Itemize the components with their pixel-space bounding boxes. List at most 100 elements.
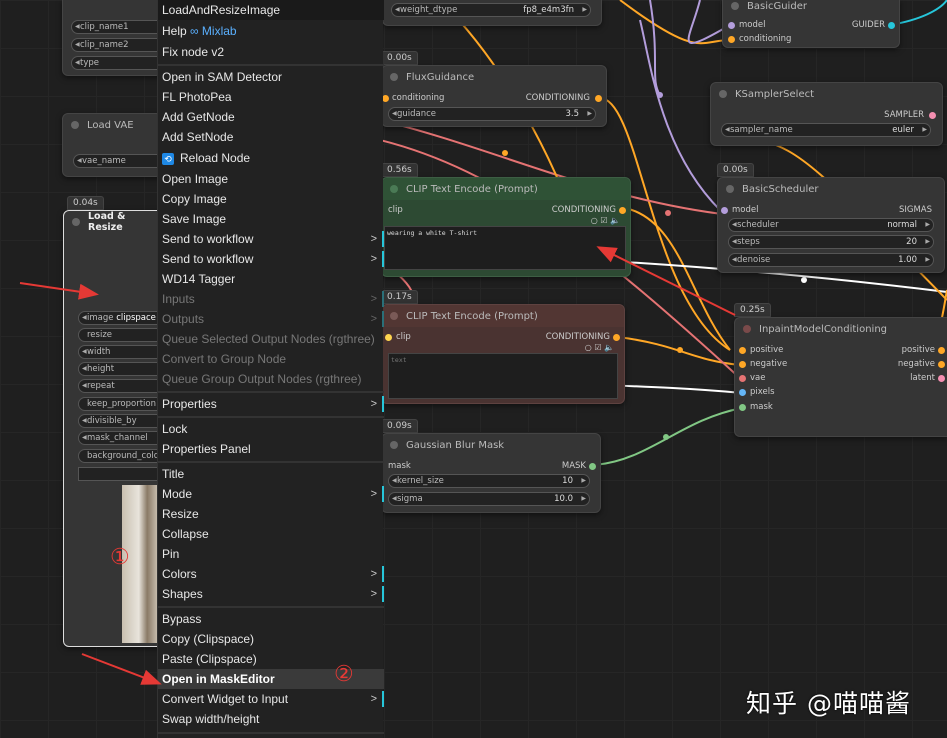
- input-slot-dot[interactable]: [739, 361, 746, 368]
- menu-item-add-setnode[interactable]: Add SetNode: [158, 127, 384, 147]
- menu-item-copy-image[interactable]: Copy Image: [158, 189, 384, 209]
- menu-item-open-image[interactable]: Open Image: [158, 169, 384, 189]
- menu-item-collapse[interactable]: Collapse: [158, 524, 384, 544]
- menu-item-wd14-tagger[interactable]: WD14 Tagger: [158, 269, 384, 289]
- sigma-widget[interactable]: sigma 10.0: [388, 492, 590, 506]
- menu-item-bypass[interactable]: Bypass: [158, 609, 384, 629]
- menu-item-convert-widget[interactable]: Convert Widget to Input >: [158, 689, 384, 709]
- kernel-size-widget[interactable]: kernel_size 10: [388, 474, 590, 488]
- weight-dtype-widget[interactable]: weight_dtype fp8_e4m3fn: [391, 3, 591, 17]
- guider-header[interactable]: BasicGuider: [723, 0, 899, 12]
- output-slot-dot[interactable]: [613, 334, 620, 341]
- output-slot-dot[interactable]: [595, 95, 602, 102]
- guidance-widget[interactable]: guidance 3.5: [388, 107, 596, 121]
- clip-text-encode-positive-node[interactable]: CLIP Text Encode (Prompt) clip CONDITION…: [381, 177, 631, 277]
- input-slot-dot[interactable]: [739, 347, 746, 354]
- divisible-by-widget[interactable]: divisible_by: [78, 414, 168, 428]
- menu-item-help[interactable]: Help ∞ Mixlab: [158, 21, 384, 41]
- menu-item-properties[interactable]: Properties >: [158, 394, 384, 414]
- collapse-dot-icon[interactable]: [390, 185, 398, 193]
- inpaint-header[interactable]: InpaintModelConditioning: [735, 318, 947, 340]
- menu-item-colors[interactable]: Colors >: [158, 564, 384, 584]
- clip-name2-widget[interactable]: clip_name2: [71, 38, 171, 52]
- menu-item-send-to-workflow-2[interactable]: Send to workflow >: [158, 249, 384, 269]
- background-color-widget[interactable]: background_color: [78, 449, 168, 463]
- output-slot-dot[interactable]: [938, 375, 945, 382]
- ksampler-header[interactable]: KSamplerSelect: [711, 83, 942, 105]
- load-vae-node[interactable]: Load VAE vae_name: [62, 113, 173, 177]
- collapse-dot-icon[interactable]: [726, 185, 734, 193]
- collapse-dot-icon[interactable]: [390, 312, 398, 320]
- input-slot-dot[interactable]: [739, 375, 746, 382]
- clip-neg-header[interactable]: CLIP Text Encode (Prompt): [382, 305, 624, 327]
- sampler-name-widget[interactable]: sampler_name euler: [721, 123, 931, 137]
- menu-item-lock[interactable]: Lock: [158, 419, 384, 439]
- output-slot-dot[interactable]: [938, 347, 945, 354]
- steps-widget[interactable]: steps 20: [728, 235, 934, 249]
- resize-widget[interactable]: resize: [78, 328, 168, 342]
- menu-item-save-image[interactable]: Save Image: [158, 209, 384, 229]
- scheduler-widget[interactable]: scheduler normal: [728, 218, 934, 232]
- collapse-dot-icon[interactable]: [719, 90, 727, 98]
- menu-item-properties-panel[interactable]: Properties Panel: [158, 439, 384, 459]
- collapse-dot-icon[interactable]: [390, 441, 398, 449]
- menu-item-add-getnode[interactable]: Add GetNode: [158, 107, 384, 127]
- flux-guidance-node[interactable]: FluxGuidance conditioning CONDITIONING g…: [381, 65, 607, 127]
- load-vae-header[interactable]: Load VAE: [63, 114, 161, 136]
- image-widget[interactable]: image clipspace: [78, 311, 168, 325]
- output-slot-dot[interactable]: [888, 22, 895, 29]
- type-widget[interactable]: type: [71, 56, 171, 70]
- sched-header[interactable]: BasicScheduler: [718, 178, 944, 200]
- width-widget[interactable]: width: [78, 345, 168, 359]
- context-menu[interactable]: LoadAndResizeImage Help ∞ Mixlab Fix nod…: [157, 0, 384, 738]
- menu-item-reload-node[interactable]: ⟲ Reload Node: [158, 148, 384, 168]
- denoise-widget[interactable]: denoise 1.00: [728, 253, 934, 267]
- weight-loader-node[interactable]: weight_dtype fp8_e4m3fn: [382, 0, 602, 26]
- output-slot-dot[interactable]: [589, 463, 596, 470]
- menu-item-title[interactable]: Title: [158, 464, 384, 484]
- collapse-dot-icon[interactable]: [390, 73, 398, 81]
- menu-item-send-to-workflow-1[interactable]: Send to workflow >: [158, 229, 384, 249]
- menu-item-pin[interactable]: Pin: [158, 544, 384, 564]
- menu-item-shapes[interactable]: Shapes >: [158, 584, 384, 604]
- gaussian-blur-mask-node[interactable]: Gaussian Blur Mask mask MASK kernel_size…: [381, 433, 601, 513]
- input-slot-dot[interactable]: [739, 389, 746, 396]
- blur-header[interactable]: Gaussian Blur Mask: [382, 434, 600, 456]
- text-field[interactable]: [78, 467, 168, 481]
- repeat-widget[interactable]: repeat: [78, 379, 168, 393]
- menu-item-open-sam[interactable]: Open in SAM Detector: [158, 67, 384, 87]
- dual-clip-loader-node[interactable]: clip_name1 clip_name2 type: [62, 0, 171, 76]
- input-slot-dot[interactable]: [728, 22, 735, 29]
- flux-header[interactable]: FluxGuidance: [382, 66, 606, 88]
- positive-prompt-textarea[interactable]: wearing a white T-shirt: [384, 226, 626, 270]
- keep-proportion-widget[interactable]: keep_proportion: [78, 397, 168, 411]
- negative-prompt-textarea[interactable]: text: [388, 353, 618, 399]
- output-slot-dot[interactable]: [929, 112, 936, 119]
- collapse-dot-icon[interactable]: [72, 218, 80, 226]
- clip-neg-toggles[interactable]: ○ ☑ 🔈: [585, 343, 614, 352]
- menu-item-photopea[interactable]: FL PhotoPea: [158, 87, 384, 107]
- output-slot-dot[interactable]: [619, 207, 626, 214]
- collapse-dot-icon[interactable]: [71, 121, 79, 129]
- clip-name1-widget[interactable]: clip_name1: [71, 20, 171, 34]
- input-slot-dot[interactable]: [739, 404, 746, 411]
- collapse-dot-icon[interactable]: [731, 2, 739, 10]
- basic-scheduler-node[interactable]: BasicScheduler model SIGMAS scheduler nor…: [717, 177, 945, 273]
- menu-item-mode[interactable]: Mode >: [158, 484, 384, 504]
- height-widget[interactable]: height: [78, 362, 168, 376]
- input-slot-dot[interactable]: [385, 334, 392, 341]
- menu-item-resize[interactable]: Resize: [158, 504, 384, 524]
- mask-channel-widget[interactable]: mask_channel: [78, 431, 168, 445]
- menu-item-fix-node[interactable]: Fix node v2: [158, 42, 384, 62]
- ksampler-select-node[interactable]: KSamplerSelect SAMPLER sampler_name euler: [710, 82, 943, 146]
- output-slot-dot[interactable]: [938, 361, 945, 368]
- load-resize-header[interactable]: Load & Resize: [64, 211, 162, 233]
- node-canvas[interactable]: clip_name1 clip_name2 type Load VAE vae_…: [0, 0, 947, 738]
- collapse-dot-icon[interactable]: [743, 325, 751, 333]
- input-slot-dot[interactable]: [728, 36, 735, 43]
- basic-guider-node[interactable]: BasicGuider model conditioning GUIDER: [722, 0, 900, 48]
- menu-item-copy-clipspace[interactable]: Copy (Clipspace): [158, 629, 384, 649]
- menu-item-swap-width-height[interactable]: Swap width/height: [158, 709, 384, 729]
- clip-pos-toggles[interactable]: ○ ☑ 🔈: [591, 216, 620, 225]
- input-slot-dot[interactable]: [721, 207, 728, 214]
